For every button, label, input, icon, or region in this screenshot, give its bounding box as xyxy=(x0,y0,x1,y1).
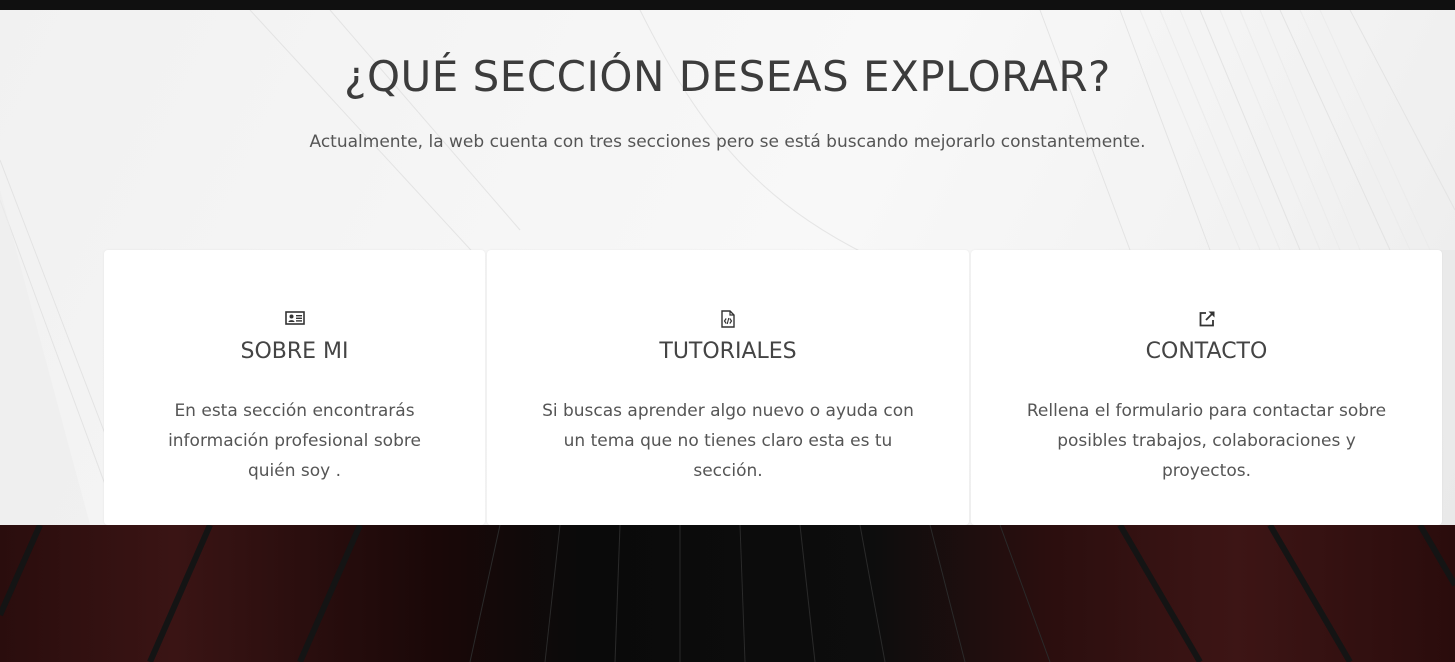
card-sobre-mi[interactable]: SOBRE MI En esta sección encontrarás inf… xyxy=(104,250,485,525)
card-title: SOBRE MI xyxy=(240,339,349,364)
file-code-icon xyxy=(487,310,969,328)
dark-background-section xyxy=(0,525,1455,662)
card-description: En esta sección encontrarás información … xyxy=(168,401,421,481)
explore-section: ¿QUÉ SECCIÓN DESEAS EXPLORAR? Actualment… xyxy=(0,10,1455,525)
card-tutoriales[interactable]: TUTORIALES Si buscas aprender algo nuevo… xyxy=(487,250,969,525)
card-title: CONTACTO xyxy=(1145,339,1268,364)
top-bar xyxy=(0,0,1455,10)
id-card-icon xyxy=(104,310,485,328)
external-link-icon xyxy=(971,310,1442,328)
section-subtitle: Actualmente, la web cuenta con tres secc… xyxy=(309,132,1146,152)
card-contacto[interactable]: CONTACTO Rellena el formulario para cont… xyxy=(971,250,1442,525)
card-description: Si buscas aprender algo nuevo o ayuda co… xyxy=(542,401,914,481)
card-description: Rellena el formulario para contactar sob… xyxy=(1026,401,1387,481)
dark-background-lines xyxy=(0,525,1455,662)
card-title: TUTORIALES xyxy=(659,339,797,364)
section-title: ¿QUÉ SECCIÓN DESEAS EXPLORAR? xyxy=(344,52,1111,101)
